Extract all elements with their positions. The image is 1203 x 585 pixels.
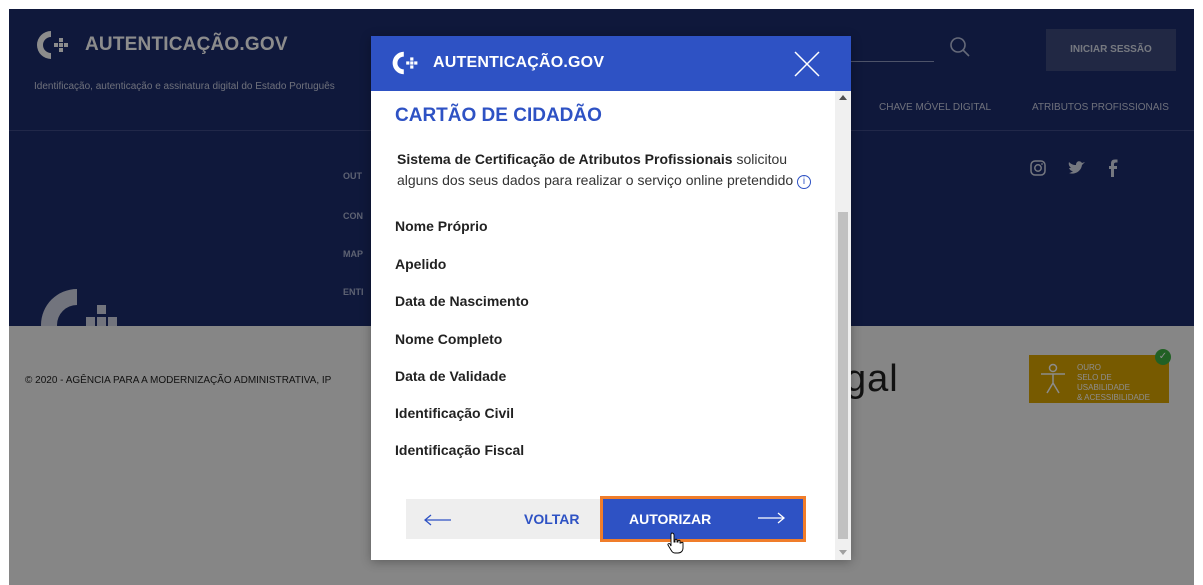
modal-header: AUTENTICAÇÃO.GOV [371,36,851,91]
requester-name: Sistema de Certificação de Atributos Pro… [397,151,733,167]
attribute-item: Data de Nascimento [395,293,529,309]
back-button[interactable]: VOLTAR [406,499,600,539]
attribute-item: Identificação Civil [395,405,515,421]
arrow-left-icon [424,514,451,526]
attribute-item: Nome Completo [395,331,503,347]
action-buttons: VOLTAR AUTORIZAR [406,496,806,542]
autenticacao-logo-icon [392,51,418,75]
consent-intro: Sistema de Certificação de Atributos Pro… [397,149,817,191]
scroll-down-arrow-icon[interactable] [839,550,847,555]
modal-scrollbar[interactable] [835,91,851,560]
consent-modal: AUTENTICAÇÃO.GOV CARTÃO DE CIDADÃO Siste… [371,36,851,560]
scroll-thumb[interactable] [838,212,848,539]
info-icon[interactable]: i [797,175,812,189]
back-button-label: VOLTAR [524,511,580,527]
hand-cursor-icon [667,532,684,554]
attribute-item: Nome Próprio [395,218,488,234]
modal-logo: AUTENTICAÇÃO.GOV [391,49,604,77]
modal-logo-text: AUTENTICAÇÃO.GOV [433,54,605,71]
authorize-button[interactable]: AUTORIZAR [600,496,806,542]
attribute-item: Data de Validade [395,368,507,384]
attribute-item: Apelido [395,256,447,272]
close-icon[interactable] [793,50,821,78]
modal-body: CARTÃO DE CIDADÃO Sistema de Certificaçã… [371,91,835,560]
arrow-right-icon [758,512,785,524]
attribute-item: Identificação Fiscal [395,442,525,458]
card-title: CARTÃO DE CIDADÃO [395,105,602,126]
scroll-up-arrow-icon[interactable] [839,95,847,100]
authorize-button-label: AUTORIZAR [629,511,712,527]
